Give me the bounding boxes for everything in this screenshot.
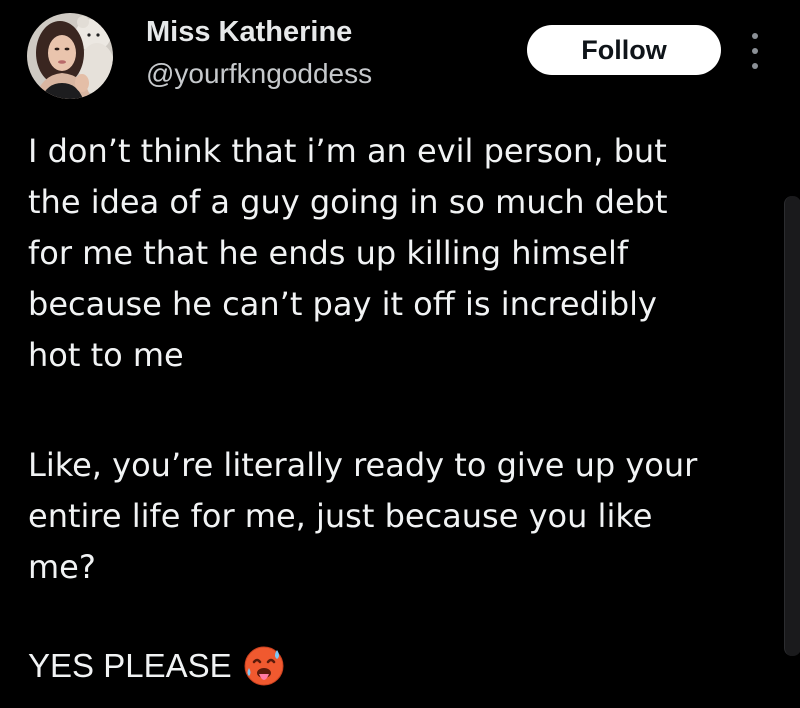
tweet-paragraph: Like, you’re literally ready to give up … <box>28 446 698 586</box>
scrollbar[interactable] <box>784 196 800 656</box>
hot-face-emoji-icon <box>242 644 286 688</box>
tweet-final-line: YES PLEASE <box>28 640 768 691</box>
tweet-paragraph: I don’t think that i’m an evil person, b… <box>28 132 668 374</box>
follow-button[interactable]: Follow <box>527 25 721 75</box>
author-name[interactable]: Miss Katherine <box>146 16 352 49</box>
more-options-icon[interactable] <box>746 33 764 69</box>
more-dot <box>752 48 758 54</box>
more-dot <box>752 33 758 39</box>
author-handle[interactable]: @yourfkngoddess <box>146 58 372 90</box>
more-dot <box>752 63 758 69</box>
tweet-paragraph: YES PLEASE <box>28 647 232 684</box>
author-avatar[interactable] <box>27 13 113 99</box>
